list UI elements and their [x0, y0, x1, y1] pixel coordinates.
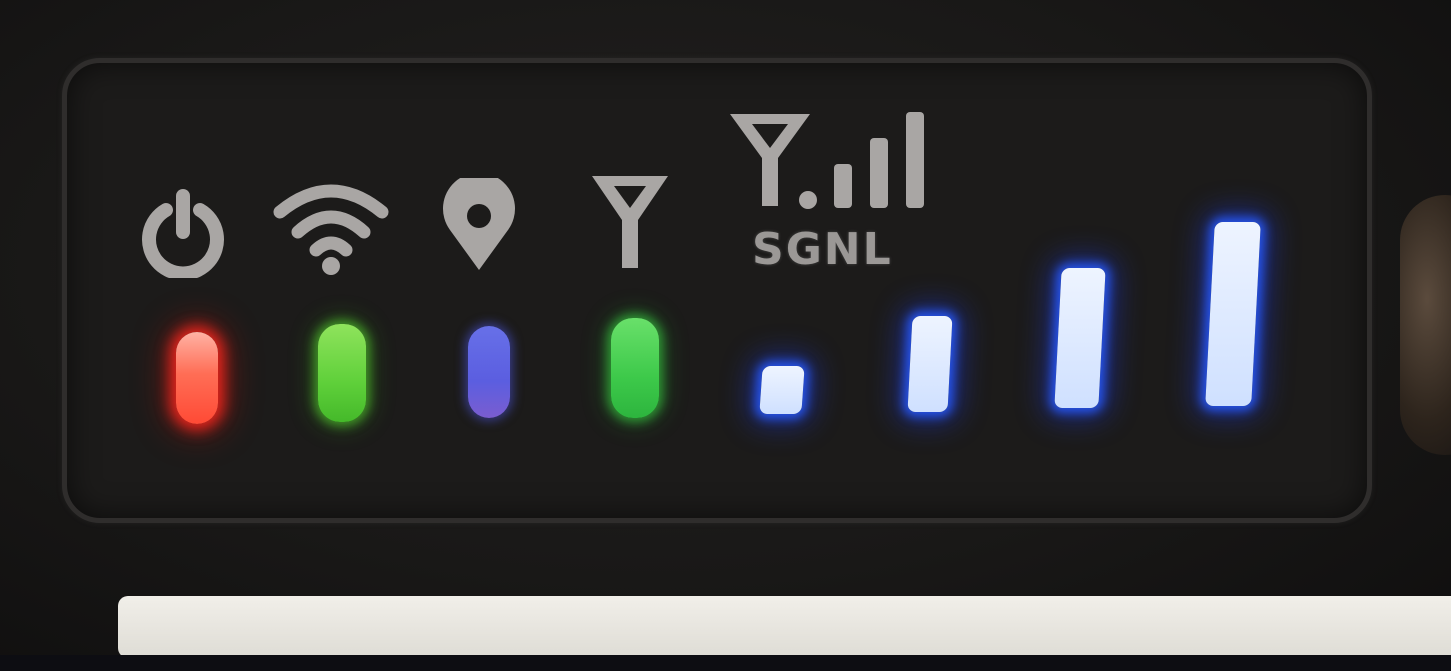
device-bottom-edge	[0, 655, 1451, 671]
device-label-strip	[118, 596, 1451, 658]
location-pin-icon	[438, 178, 520, 272]
signal-bar-1	[759, 366, 805, 414]
power-icon	[136, 184, 230, 278]
wifi-icon	[272, 178, 390, 278]
signal-label: SGNL	[752, 224, 893, 275]
signal-bar-2	[907, 316, 953, 412]
led-panel	[62, 58, 1372, 523]
signal-strength-icon	[726, 108, 940, 212]
antenna-icon	[586, 168, 674, 272]
signal-bar-4	[1205, 222, 1261, 406]
wifi-led	[318, 324, 366, 422]
signal-bar-3	[1054, 268, 1106, 408]
antenna-led	[611, 318, 659, 418]
power-led	[176, 332, 218, 424]
router-device: SGNL	[0, 0, 1451, 671]
side-knob	[1400, 195, 1451, 455]
location-led	[468, 326, 510, 418]
